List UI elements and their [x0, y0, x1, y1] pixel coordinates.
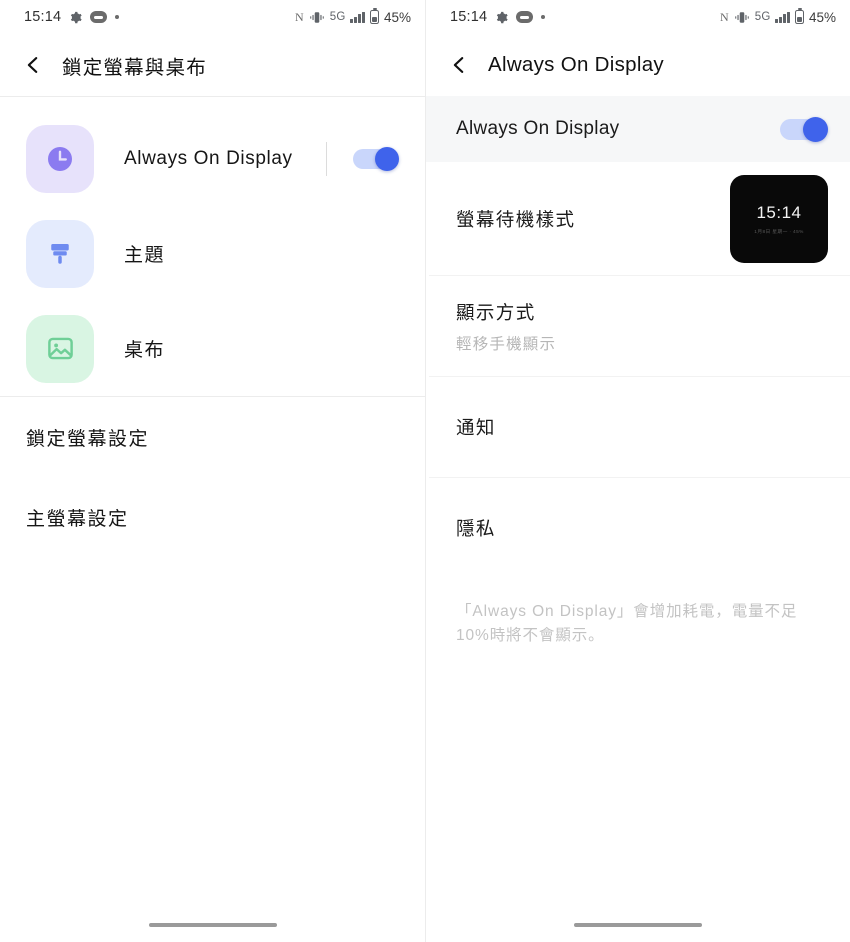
row-texts: 通知 [456, 414, 496, 440]
preview-time: 15:14 [756, 202, 802, 222]
battery-percent-label: 45% [383, 9, 411, 25]
row-title: 通知 [456, 417, 496, 438]
aod-master-switch-label: Always On Display [456, 118, 620, 139]
list-item-homescreen-settings[interactable]: 主螢幕設定 [0, 477, 425, 557]
list-item-always-on-display[interactable]: Always On Display [0, 111, 425, 206]
settings-tile-list: Always On Display 主題 桌布 [0, 97, 425, 396]
left-screen: 15:14 N 5G 45% 鎖定螢幕與桌布 Always On Display… [0, 0, 425, 942]
toggle-knob [375, 146, 399, 171]
row-subtitle: 輕移手機顯示 [456, 335, 557, 353]
vertical-divider [326, 141, 327, 176]
clock-icon [26, 124, 94, 193]
gesture-home-bar[interactable] [148, 923, 277, 927]
aod-style-preview[interactable]: 15:14 1月8日 星期一 · 45% [730, 174, 828, 263]
status-bar-right-group: N 5G 45% [295, 8, 411, 25]
right-header: Always On Display [426, 34, 850, 96]
row-texts: 隱私 [456, 515, 496, 541]
battery-percent-label: 45% [808, 9, 836, 25]
capsule-icon [516, 11, 534, 23]
dot-icon [541, 15, 546, 19]
list-item-label: 桌布 [124, 340, 166, 361]
gear-icon [69, 11, 82, 24]
vibrate-icon [309, 11, 325, 24]
aod-master-switch-row[interactable]: Always On Display [426, 96, 850, 162]
right-screen: 15:14 N 5G 45% Always On Display Always … [425, 0, 850, 942]
image-icon [26, 314, 94, 383]
row-texts: 顯示方式 輕移手機顯示 [456, 299, 556, 354]
row-display-mode[interactable]: 顯示方式 輕移手機顯示 [426, 276, 850, 376]
aod-footer-note: 「Always On Display」會增加耗電，電量不足10%時將不會顯示。 [456, 603, 798, 645]
status-bar-right: 15:14 N 5G 45% [426, 0, 850, 34]
row-title: 顯示方式 [456, 301, 536, 323]
row-trailing-group [326, 141, 399, 176]
row-screen-standby-style[interactable]: 螢幕待機樣式 15:14 1月8日 星期一 · 45% [426, 162, 850, 275]
battery-icon [794, 8, 804, 24]
capsule-icon [90, 11, 108, 23]
status-bar-left: 15:14 N 5G 45% [0, 0, 425, 34]
chevron-left-icon[interactable] [448, 54, 470, 76]
list-item-label: 主題 [124, 245, 166, 266]
status-time: 15:14 [450, 9, 488, 25]
dot-icon [115, 15, 120, 19]
list-item-lockscreen-settings[interactable]: 鎖定螢幕設定 [0, 397, 425, 477]
dual-screenshot-container: 15:14 N 5G 45% 鎖定螢幕與桌布 Always On Display… [0, 0, 850, 942]
paintbrush-icon [26, 219, 94, 288]
status-bar-left-group: 15:14 [450, 9, 546, 25]
network-type-label: 5G [329, 11, 346, 23]
row-privacy[interactable]: 隱私 [426, 478, 850, 578]
network-type-label: 5G [754, 11, 771, 23]
left-header: 鎖定螢幕與桌布 [0, 34, 425, 96]
page-title: Always On Display [488, 53, 664, 76]
signal-bars-icon [350, 11, 365, 23]
status-bar-right-group: N 5G 45% [720, 8, 836, 25]
aod-toggle-left[interactable] [353, 146, 399, 171]
status-time: 15:14 [24, 9, 62, 25]
preview-subtext: 1月8日 星期一 · 45% [754, 228, 804, 235]
page-title: 鎖定螢幕與桌布 [62, 56, 207, 79]
carrier-n-icon: N [295, 9, 304, 24]
vibrate-icon [734, 11, 750, 24]
carrier-n-icon: N [720, 9, 729, 24]
list-item-label: Always On Display [124, 147, 293, 169]
list-item-theme[interactable]: 主題 [0, 206, 425, 301]
battery-icon [369, 8, 379, 24]
chevron-left-icon[interactable] [22, 54, 44, 76]
list-item-wallpaper[interactable]: 桌布 [0, 301, 425, 396]
row-title: 螢幕待機樣式 [456, 208, 576, 230]
row-texts: 螢幕待機樣式 [456, 206, 575, 232]
list-item-label: 鎖定螢幕設定 [26, 428, 150, 450]
toggle-knob [803, 116, 828, 142]
list-item-label: 主螢幕設定 [26, 508, 129, 530]
gear-icon [495, 11, 508, 24]
status-bar-left-group: 15:14 [24, 9, 120, 25]
signal-bars-icon [775, 11, 790, 23]
row-notifications[interactable]: 通知 [426, 377, 850, 477]
gesture-home-bar[interactable] [574, 923, 702, 927]
row-title: 隱私 [456, 518, 496, 539]
aod-master-toggle[interactable] [780, 116, 828, 142]
